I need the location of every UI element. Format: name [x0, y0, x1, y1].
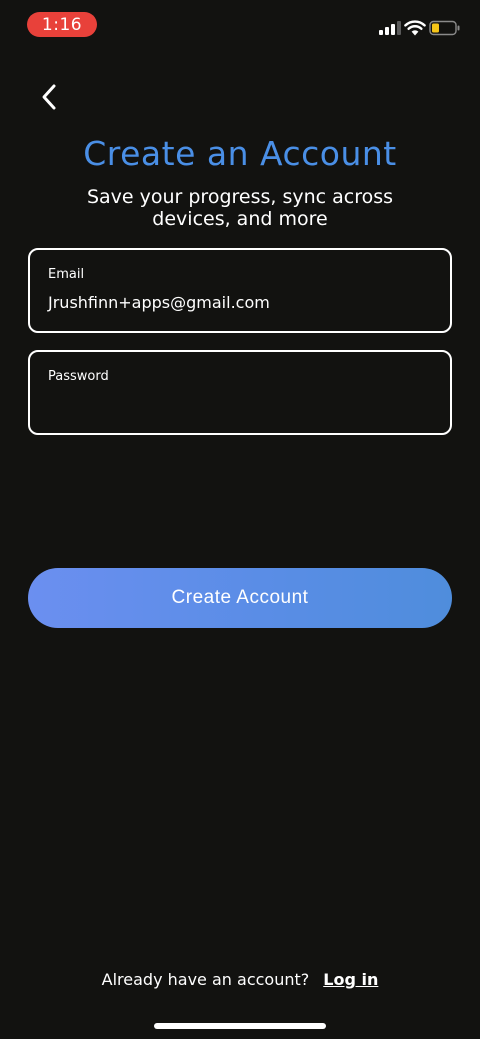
- email-input[interactable]: Jrushfinn+apps@gmail.com: [48, 293, 428, 312]
- chevron-left-icon: [42, 84, 56, 110]
- login-prompt: Already have an account? Log in: [0, 970, 480, 989]
- cellular-signal-icon: [379, 21, 401, 35]
- back-button[interactable]: [34, 80, 64, 114]
- create-account-button[interactable]: Create Account: [28, 568, 452, 628]
- wifi-icon: [404, 20, 426, 36]
- create-account-screen: 1:16 Create an Account Save your progres…: [0, 0, 480, 1039]
- status-time: 1:16: [27, 12, 97, 37]
- password-label: Password: [48, 369, 109, 384]
- page-title: Create an Account: [83, 134, 397, 173]
- password-field[interactable]: Password: [28, 350, 452, 435]
- login-link[interactable]: Log in: [323, 970, 378, 989]
- login-prompt-text: Already have an account?: [101, 970, 310, 989]
- battery-low-icon: [429, 20, 460, 36]
- status-bar: 1:16: [0, 0, 480, 50]
- home-indicator[interactable]: [154, 1023, 326, 1029]
- email-field[interactable]: Email Jrushfinn+apps@gmail.com: [28, 248, 452, 333]
- email-label: Email: [48, 267, 85, 282]
- page-subtitle: Save your progress, sync across devices,…: [86, 186, 394, 230]
